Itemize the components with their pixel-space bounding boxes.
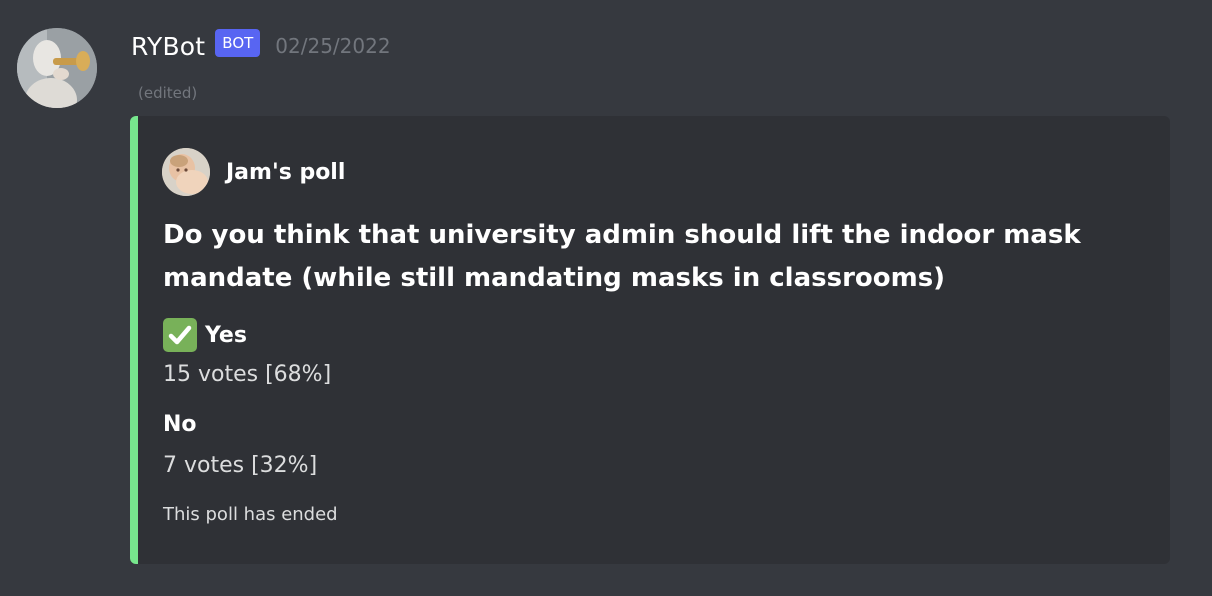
- poll-embed: Jam's poll Do you think that university …: [130, 116, 1170, 564]
- trumpet-player-avatar-icon: [17, 28, 97, 108]
- poll-option-votes: 7 votes [32%]: [163, 453, 318, 478]
- embed-author: Jam's poll: [162, 148, 345, 196]
- poll-option-label: Yes: [205, 322, 247, 348]
- chat-message: RYBot BOT 02/25/2022 (edited) Jam's poll…: [0, 0, 1212, 596]
- edited-indicator: (edited): [138, 84, 198, 102]
- message-header: RYBot BOT 02/25/2022: [131, 28, 391, 64]
- bot-avatar[interactable]: [17, 28, 97, 108]
- poll-question: Do you think that university admin shoul…: [163, 220, 1081, 293]
- poll-option-no: No: [163, 412, 197, 437]
- embed-author-name: Jam's poll: [226, 159, 346, 185]
- baby-avatar-icon: [162, 148, 210, 196]
- username[interactable]: RYBot: [131, 32, 205, 61]
- author-avatar: [162, 148, 210, 196]
- check-mark-icon: [163, 318, 197, 352]
- embed-accent-bar: [130, 116, 138, 564]
- timestamp: 02/25/2022: [275, 34, 391, 58]
- bot-badge: BOT: [215, 29, 261, 57]
- poll-option-label: No: [163, 412, 197, 437]
- poll-option-yes: Yes: [163, 318, 247, 352]
- poll-option-votes: 15 votes [68%]: [163, 362, 332, 387]
- embed-footer: This poll has ended: [163, 504, 338, 525]
